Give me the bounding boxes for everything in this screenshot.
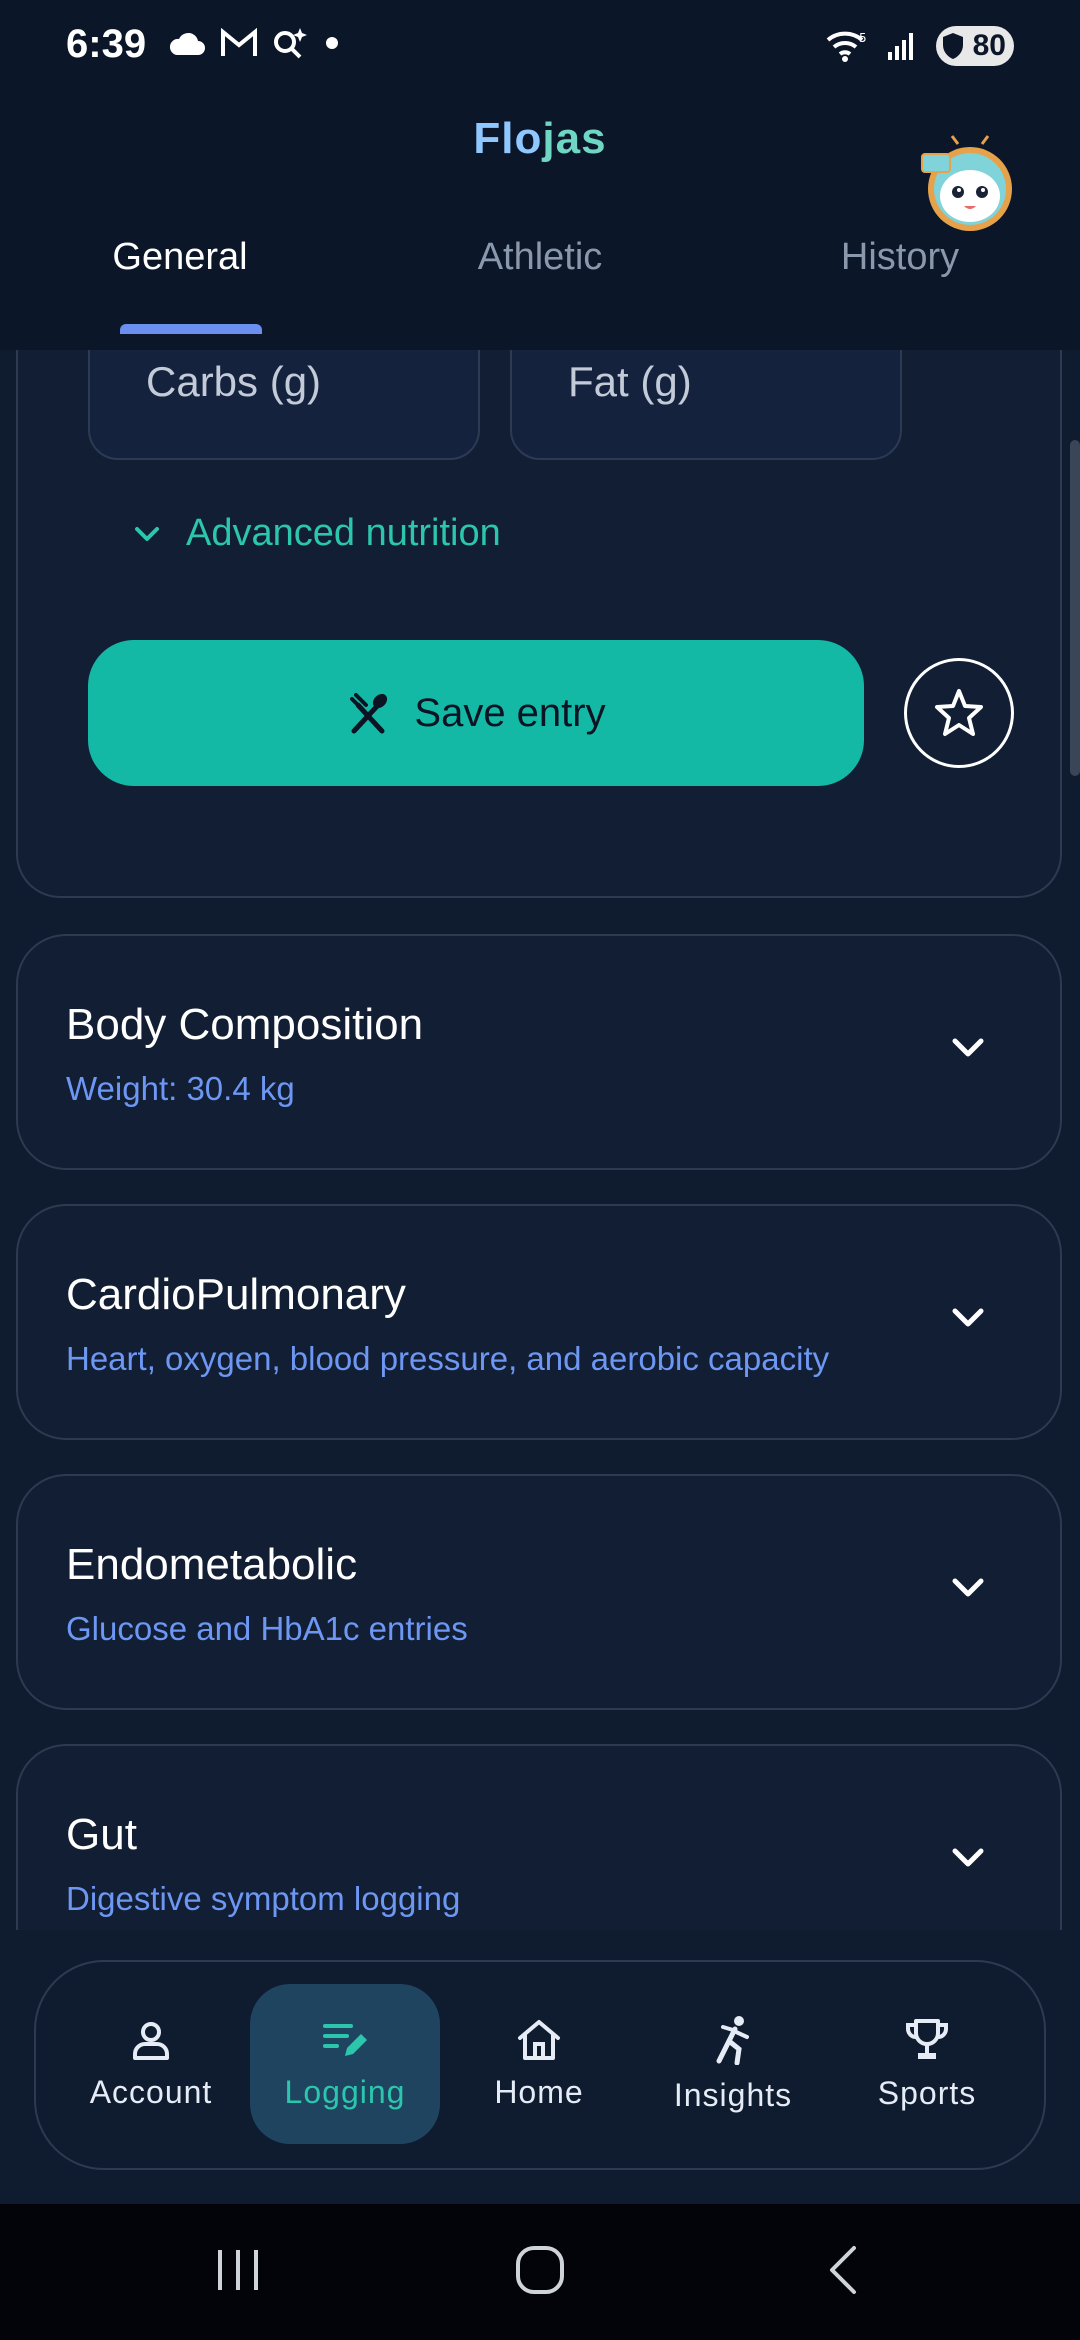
chevron-down-icon <box>135 526 159 541</box>
recent-apps-icon[interactable] <box>214 2244 262 2296</box>
section-subtitle: Weight: 30.4 kg <box>66 1070 295 1107</box>
favorite-button[interactable] <box>904 658 1014 768</box>
chevron-down-icon[interactable] <box>950 1306 986 1330</box>
nav-label: Home <box>494 2073 584 2110</box>
section-gut[interactable]: Gut Digestive symptom logging <box>16 1744 1062 1930</box>
edit-list-icon <box>323 2023 367 2056</box>
nav-logging[interactable]: Logging <box>250 1984 440 2144</box>
nutrition-entry-card: Carbs (g) Fat (g) Advanced nutrition Sav… <box>16 350 1062 898</box>
nav-label: Account <box>89 2073 213 2110</box>
advanced-nutrition-label: Advanced nutrition <box>186 512 501 554</box>
system-icons: 5 80 <box>826 26 1014 66</box>
fat-input[interactable]: Fat (g) <box>510 350 902 460</box>
chevron-down-icon[interactable] <box>950 1846 986 1870</box>
nav-label: Insights <box>673 2076 793 2113</box>
wifi-icon: 5 <box>826 31 867 62</box>
bottom-nav: Account Logging Home Insights Sports <box>34 1960 1046 2170</box>
save-entry-button[interactable]: Save entry <box>88 640 864 786</box>
home-icon <box>518 2019 560 2060</box>
system-nav-bar <box>0 2204 1080 2340</box>
section-title: Endometabolic <box>66 1540 358 1589</box>
app-title-part2: jas <box>542 114 607 163</box>
nav-insights[interactable]: Insights <box>638 1984 828 2144</box>
scrollbar[interactable] <box>1070 440 1080 776</box>
chevron-down-icon[interactable] <box>950 1576 986 1600</box>
section-subtitle: Heart, oxygen, blood pressure, and aerob… <box>66 1340 830 1377</box>
nav-sports[interactable]: Sports <box>832 1984 1022 2144</box>
home-button-icon[interactable] <box>514 2244 566 2296</box>
cloud-icon <box>169 32 205 55</box>
app-title-part1: Flo <box>473 114 543 163</box>
status-time: 6:39 <box>66 22 147 66</box>
gmail-icon <box>221 28 257 56</box>
section-body-composition[interactable]: Body Composition Weight: 30.4 kg <box>16 934 1062 1170</box>
battery-indicator: 80 <box>936 26 1014 66</box>
runner-icon <box>716 2015 749 2065</box>
signal-icon <box>888 33 913 60</box>
save-entry-label: Save entry <box>414 690 606 735</box>
nav-home[interactable]: Home <box>444 1984 634 2144</box>
app-title: Flojas <box>0 114 1080 164</box>
section-subtitle: Digestive symptom logging <box>66 1880 461 1917</box>
carbs-input[interactable]: Carbs (g) <box>88 350 480 460</box>
app-header: Flojas General Athletic History <box>0 96 1080 350</box>
status-bar: 6:39 5 80 <box>0 0 1080 96</box>
battery-level: 80 <box>972 29 1006 62</box>
nav-account[interactable]: Account <box>56 1984 246 2144</box>
star-icon <box>935 689 983 736</box>
section-endometabolic[interactable]: Endometabolic Glucose and HbA1c entries <box>16 1474 1062 1710</box>
section-title: Gut <box>66 1810 137 1859</box>
shield-icon <box>943 33 963 59</box>
trophy-icon <box>906 2018 948 2059</box>
advanced-nutrition-toggle[interactable]: Advanced nutrition <box>132 512 501 555</box>
nav-label: Logging <box>284 2073 406 2110</box>
tab-history[interactable]: History <box>720 236 1080 350</box>
mascot-avatar[interactable] <box>920 134 1020 234</box>
section-cardiopulmonary[interactable]: CardioPulmonary Heart, oxygen, blood pre… <box>16 1204 1062 1440</box>
section-title: CardioPulmonary <box>66 1270 406 1319</box>
person-icon <box>133 2021 169 2060</box>
section-title: Body Composition <box>66 1000 424 1049</box>
content-area[interactable]: Carbs (g) Fat (g) Advanced nutrition Sav… <box>0 350 1080 1930</box>
active-tab-indicator <box>120 324 262 334</box>
search-sparkle-icon <box>274 28 307 59</box>
utensils-icon <box>350 693 388 734</box>
notification-icons <box>168 26 342 60</box>
chevron-down-icon[interactable] <box>950 1036 986 1060</box>
back-icon[interactable] <box>824 2244 864 2296</box>
nav-label: Sports <box>877 2074 977 2111</box>
dot-icon <box>326 37 338 49</box>
svg-text:5: 5 <box>859 31 867 45</box>
tab-athletic[interactable]: Athletic <box>360 236 720 350</box>
section-subtitle: Glucose and HbA1c entries <box>66 1610 468 1647</box>
